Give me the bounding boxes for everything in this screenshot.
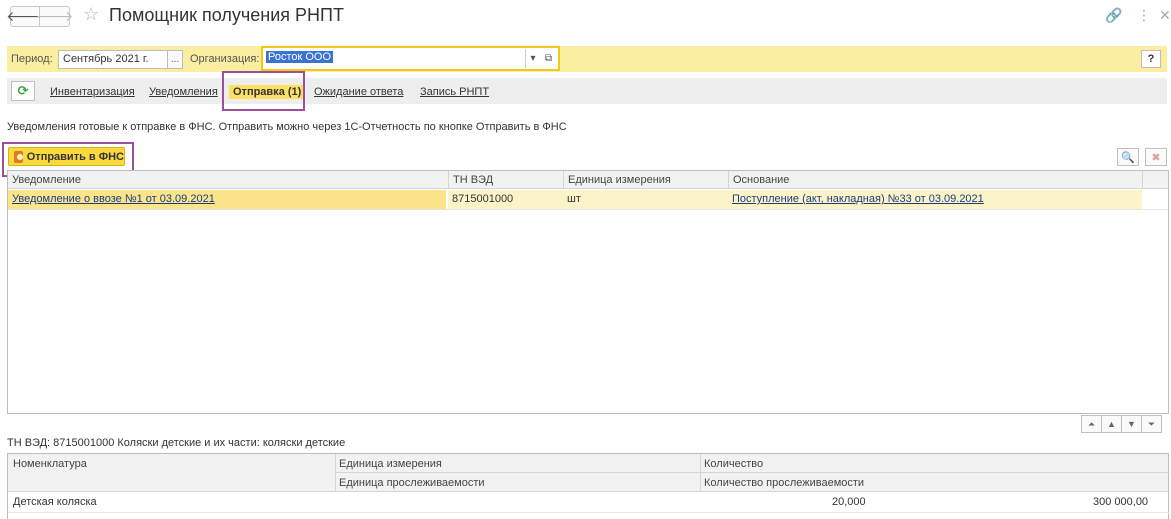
info-text: Уведомления готовые к отправке в ФНС. От… — [7, 121, 567, 133]
link-icon[interactable]: 🔗 — [1105, 7, 1122, 24]
row-notice-cell[interactable]: Уведомление о ввозе №1 от 03.09.2021 — [8, 190, 446, 209]
open-icon[interactable]: ⧉ — [541, 49, 556, 68]
forward-button[interactable]: 🡒 — [36, 6, 73, 27]
row-divider — [8, 512, 1170, 513]
table-row[interactable]: Детская коляска 20,000 300 000,00 — [8, 493, 1168, 512]
header-unit2[interactable]: Единица измерения — [339, 458, 442, 470]
item-amount: 300 000,00 — [1093, 496, 1149, 508]
page-title: Помощник получения РНПТ — [109, 5, 344, 25]
header-trace-qty[interactable]: Количество прослеживаемости — [704, 477, 864, 489]
table-header: Уведомление ТН ВЭД Единица измерения Осн… — [8, 171, 1168, 189]
help-button[interactable]: ? — [1141, 50, 1161, 68]
basis-link[interactable]: Поступление (акт, накладная) №33 от 03.0… — [732, 193, 984, 205]
header-trace-unit[interactable]: Единица прослеживаемости — [339, 477, 485, 489]
header-qty[interactable]: Количество — [704, 458, 763, 470]
scroll-last-button[interactable]: ⏷ — [1141, 415, 1162, 433]
items-table-header: Номенклатура Единица измерения Единица п… — [8, 454, 1170, 492]
header-notice[interactable]: Уведомление — [8, 171, 448, 189]
organization-value: Росток ООО — [266, 51, 334, 63]
row-divider — [8, 209, 1168, 210]
notifications-table: Уведомление ТН ВЭД Единица измерения Осн… — [7, 170, 1169, 414]
period-label: Период: — [11, 53, 53, 65]
column-divider — [335, 454, 336, 492]
tab-inventory[interactable]: Инвентаризация — [50, 86, 135, 98]
table-row[interactable]: Уведомление о ввозе №1 от 03.09.2021 871… — [8, 190, 1168, 209]
header-subdivider — [336, 472, 1170, 473]
row-unit-cell: шт — [563, 190, 728, 209]
dropdown-arrow-icon[interactable]: ▾ — [525, 49, 540, 68]
scroll-buttons: ⏶ ▲ ▼ ⏷ — [1081, 415, 1162, 433]
scroll-down-button[interactable]: ▼ — [1121, 415, 1142, 433]
clear-search-button[interactable]: ✖ — [1145, 148, 1167, 166]
favorite-star-icon[interactable]: ☆ — [83, 4, 99, 25]
row-basis-cell[interactable]: Поступление (акт, накладная) №33 от 03.0… — [728, 190, 1142, 209]
item-qty: 20,000 — [832, 496, 866, 508]
tab-highlight-frame — [222, 71, 305, 111]
header-unit[interactable]: Единица измерения — [563, 171, 728, 189]
more-menu-icon[interactable]: ⋮ — [1137, 7, 1151, 24]
header-extra — [1142, 171, 1170, 189]
scroll-first-button[interactable]: ⏶ — [1081, 415, 1102, 433]
refresh-icon: ⟳ — [17, 83, 29, 98]
arrow-right-icon: 🡒 — [35, 8, 74, 24]
tab-awaiting-response[interactable]: Ожидание ответа — [314, 86, 403, 98]
row-tnved-cell: 8715001000 — [448, 190, 563, 209]
items-table: Номенклатура Единица измерения Единица п… — [7, 453, 1170, 519]
refresh-button[interactable]: ⟳ — [11, 81, 35, 101]
clear-search-icon: ✖ — [1151, 151, 1161, 164]
organization-field[interactable]: Росток ООО ▾ ⧉ — [261, 46, 560, 71]
tnved-description: ТН ВЭД: 8715001000 Коляски детские и их … — [7, 437, 346, 449]
scroll-up-button[interactable]: ▲ — [1101, 415, 1122, 433]
header-nomenclature[interactable]: Номенклатура — [13, 458, 87, 470]
tab-notifications[interactable]: Уведомления — [149, 86, 218, 98]
period-select-button[interactable]: ... — [167, 50, 183, 69]
search-icon: 🔍 — [1121, 151, 1135, 164]
notice-link[interactable]: Уведомление о ввозе №1 от 03.09.2021 — [12, 193, 215, 205]
organization-label: Организация: — [190, 53, 260, 65]
column-divider — [700, 454, 701, 492]
period-field[interactable]: Сентябрь 2021 г. — [58, 50, 168, 69]
header-basis[interactable]: Основание — [728, 171, 1142, 189]
search-button[interactable]: 🔍 — [1117, 148, 1139, 166]
item-name: Детская коляска — [13, 496, 97, 508]
header-tnved[interactable]: ТН ВЭД — [448, 171, 563, 189]
tab-rnpt-record[interactable]: Запись РНПТ — [420, 86, 489, 98]
close-icon[interactable]: ✕ — [1159, 7, 1171, 24]
